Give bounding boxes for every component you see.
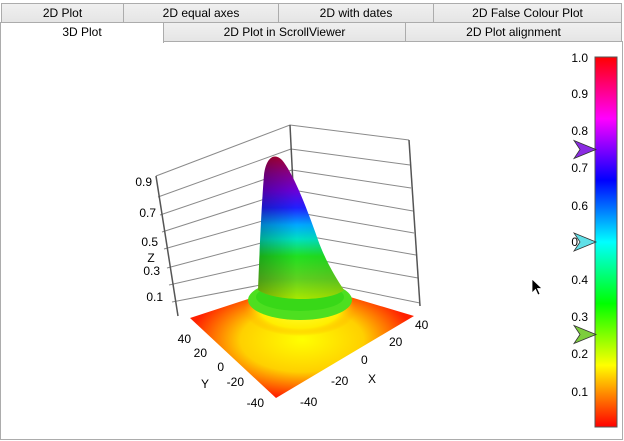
peak-shading bbox=[258, 156, 344, 299]
colorbar-tick-label: 0.7 bbox=[571, 161, 588, 175]
colorbar-tick-label: 0.3 bbox=[571, 310, 588, 324]
y-axis-label: Y bbox=[201, 377, 209, 391]
z-tick-label: 0.9 bbox=[135, 175, 152, 189]
y-tick-label: -20 bbox=[227, 375, 245, 389]
y-tick-label: 40 bbox=[178, 332, 192, 346]
z-axis-label: Z bbox=[147, 251, 154, 265]
z-tick-label: 0.3 bbox=[143, 264, 160, 278]
y-tick-label: -40 bbox=[247, 396, 265, 410]
colorbar-tick-label: 0.2 bbox=[571, 347, 588, 361]
colorbar-tick-label: 0.8 bbox=[571, 124, 588, 138]
plot-canvas: 0.9 0.7 0.5 0.3 0.1 Z 40 20 0 -20 -40 Y … bbox=[135, 51, 618, 428]
tab-3d-plot[interactable]: 3D Plot bbox=[0, 22, 164, 43]
y-tick-label: 20 bbox=[194, 346, 208, 360]
colorbar-ticks: 1.0 0.9 0.8 0.7 0.6 0 0.4 0.3 0.2 0.1 bbox=[571, 51, 588, 399]
colorbar-marker-handle[interactable] bbox=[572, 324, 598, 345]
x-tick-label: 20 bbox=[389, 335, 403, 349]
x-tick-label: -20 bbox=[331, 374, 349, 388]
z-tick-label: 0.5 bbox=[141, 235, 158, 249]
colorbar-tick-label: 1.0 bbox=[571, 51, 588, 65]
colorbar-tick-label: 0.6 bbox=[571, 199, 588, 213]
y-tick-label: 0 bbox=[217, 360, 224, 374]
x-tick-label: 0 bbox=[361, 353, 368, 367]
z-tick-label: 0.7 bbox=[139, 206, 156, 220]
colorbar-marker-handle[interactable] bbox=[572, 139, 598, 160]
x-tick-label: 40 bbox=[415, 318, 429, 332]
colorbar-gradient bbox=[594, 56, 618, 428]
colorbar-tick-label: 0.1 bbox=[571, 385, 588, 399]
x-tick-label: -40 bbox=[300, 395, 318, 409]
x-axis-label: X bbox=[368, 372, 376, 386]
z-tick-label: 0.1 bbox=[146, 290, 163, 304]
colorbar-tick-label: 0.4 bbox=[571, 273, 588, 287]
colorbar-tick-label: 0.9 bbox=[571, 87, 588, 101]
mouse-cursor-icon bbox=[531, 278, 544, 296]
colorbar: 1.0 0.9 0.8 0.7 0.6 0 0.4 0.3 0.2 0.1 bbox=[571, 51, 618, 428]
